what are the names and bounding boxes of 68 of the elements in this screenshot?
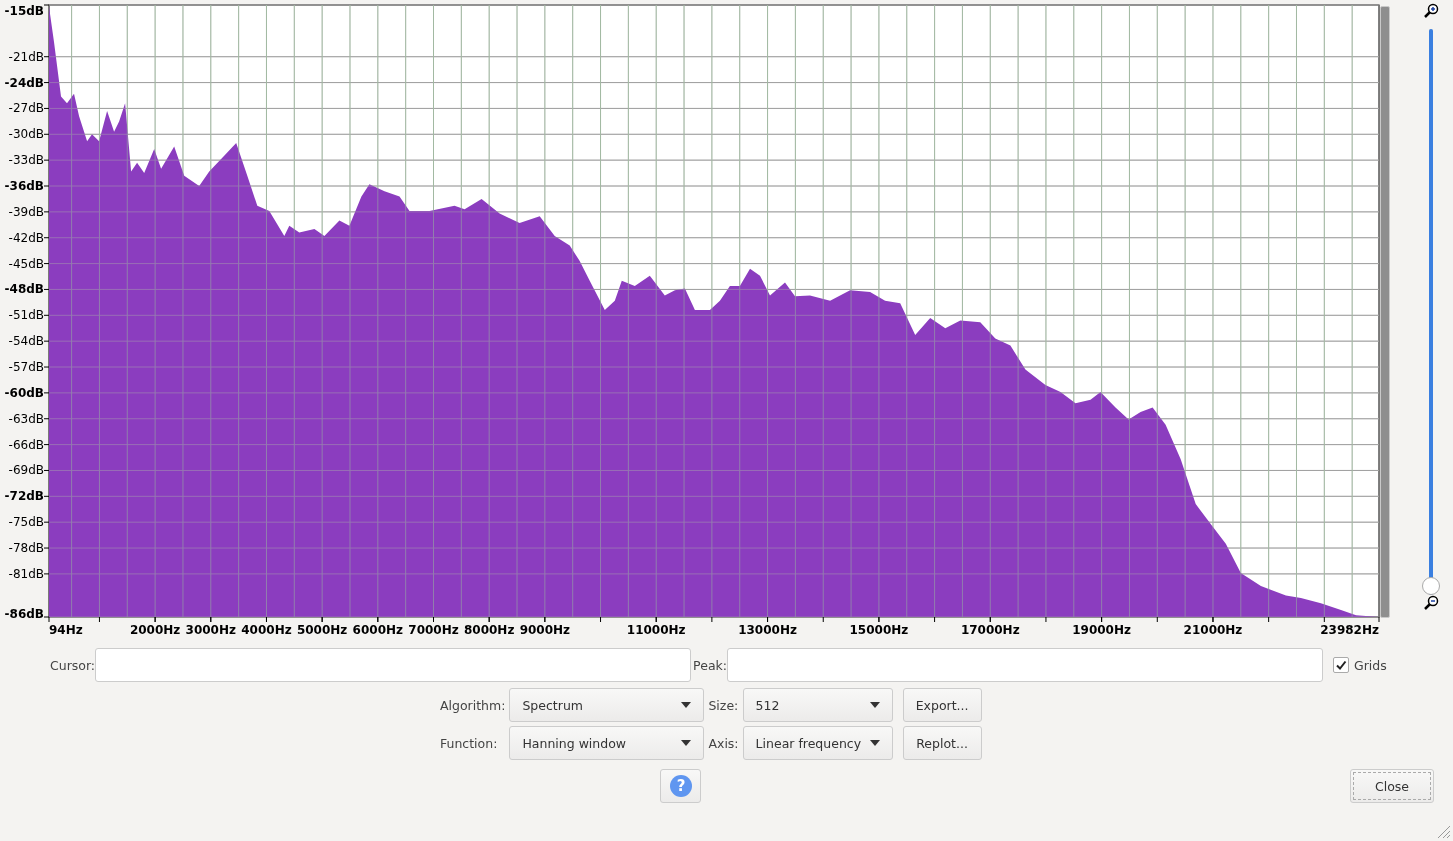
field-label: Peak:	[693, 657, 727, 673]
axis-label: -72dB	[4, 489, 44, 504]
axis-label: -21dB	[8, 49, 44, 64]
axis-label: -36dB	[4, 179, 44, 193]
dropdown[interactable]: Spectrum	[509, 688, 705, 722]
axis-label: -15dB	[4, 4, 44, 18]
zoom-slider[interactable]	[1421, 29, 1441, 595]
axis-label: -75dB	[8, 515, 44, 530]
scrollbar[interactable]	[1380, 6, 1390, 618]
axis-label: 6000Hz	[352, 623, 404, 637]
action-button[interactable]: Replot...	[902, 726, 982, 760]
axis-label: -78dB	[8, 541, 44, 556]
field-label: Cursor:	[50, 657, 96, 673]
axis-label: 21000Hz	[1183, 623, 1243, 637]
close-button[interactable]: Close	[1350, 769, 1434, 803]
checkbox[interactable]	[1333, 657, 1349, 673]
dropdown[interactable]: Linear frequency	[742, 726, 893, 760]
axis-label: -33dB	[8, 153, 44, 168]
caret-icon	[869, 740, 880, 746]
slider-thumb[interactable]	[1422, 577, 1440, 595]
peak-field[interactable]	[727, 648, 1323, 682]
axis-label: -45dB	[8, 256, 44, 271]
axis-label: -42dB	[8, 230, 44, 245]
axis-label: -86dB	[4, 607, 44, 621]
axis-label: -66dB	[8, 437, 44, 452]
axis-label: -39dB	[8, 204, 44, 219]
axis-label: 19000Hz	[1072, 623, 1131, 637]
axis-label: 2000Hz	[129, 623, 181, 637]
field-label: Function:	[440, 735, 499, 751]
field-label: Axis:	[708, 735, 739, 751]
axis-label: -24dB	[4, 75, 44, 90]
axis-label: 7000Hz	[408, 623, 459, 637]
axis-label: 13000Hz	[738, 623, 797, 637]
axis-label: 8000Hz	[463, 623, 515, 637]
axis-label: 11000Hz	[626, 623, 686, 637]
axis-label: -48dB	[4, 282, 44, 297]
dropdown[interactable]: 512	[742, 688, 893, 722]
axis-label: 15000Hz	[849, 623, 909, 637]
axis-label: -27dB	[8, 101, 44, 116]
axis-label: -57dB	[8, 360, 44, 375]
caret-icon	[681, 740, 692, 746]
axis-label: 94Hz	[49, 623, 83, 637]
axis-label: -54dB	[8, 334, 44, 349]
caret-icon	[681, 702, 692, 708]
axis-label: -51dB	[8, 308, 44, 323]
resize-grip[interactable]	[1435, 823, 1451, 839]
axis-label: 23982Hz	[1320, 623, 1379, 637]
checkbox-label: Grids	[1354, 657, 1387, 673]
axis-label: -60dB	[4, 385, 44, 400]
axis-label: -81dB	[8, 566, 44, 581]
field-label: Size:	[708, 697, 739, 713]
dropdown[interactable]: Hanning window	[509, 726, 705, 760]
zoom-out-icon[interactable]	[1423, 595, 1439, 611]
axis-label: -30dB	[8, 127, 44, 142]
axis-label: -69dB	[8, 463, 44, 478]
action-button[interactable]: Export...	[902, 688, 982, 722]
help-icon: ?	[669, 775, 692, 797]
cursor-field[interactable]	[95, 648, 692, 682]
axis-label: 17000Hz	[960, 623, 1020, 637]
axis-label: 3000Hz	[185, 623, 236, 637]
axis-label: 5000Hz	[296, 623, 348, 637]
check-icon	[1335, 659, 1347, 671]
axis-label: -63dB	[8, 411, 44, 426]
caret-icon	[869, 702, 880, 708]
field-label: Algorithm:	[440, 697, 506, 713]
axis-label: 9000Hz	[519, 623, 571, 637]
axis-label: 4000Hz	[241, 623, 292, 637]
zoom-in-icon[interactable]	[1423, 3, 1439, 19]
